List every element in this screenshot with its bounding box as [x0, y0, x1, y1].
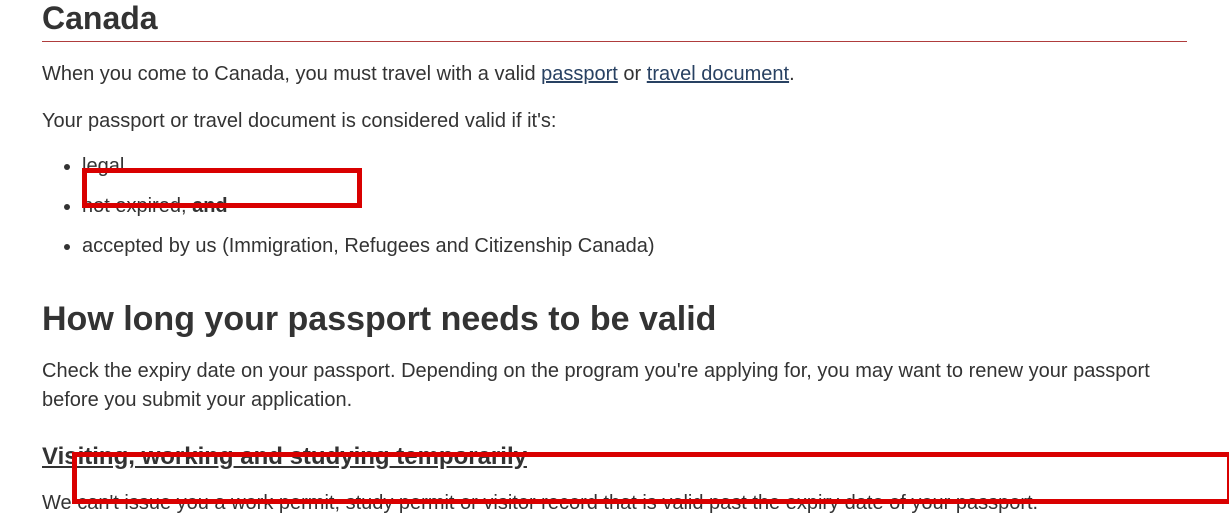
intro-text-suffix: .: [789, 63, 795, 85]
intro-text-mid: or: [618, 63, 647, 85]
list-item: not expired, and: [82, 190, 1187, 222]
permit-paragraph: We can't issue you a work permit, study …: [42, 489, 1187, 518]
validity-paragraph: Check the expiry date on your passport. …: [42, 357, 1187, 415]
passport-link[interactable]: passport: [541, 63, 618, 85]
validity-heading: How long your passport needs to be valid: [42, 300, 1187, 339]
intro-text-prefix: When you come to Canada, you must travel…: [42, 63, 541, 85]
list-item-text: not expired,: [82, 195, 192, 217]
list-item: legal: [82, 150, 1187, 182]
list-item: accepted by us (Immigration, Refugees an…: [82, 230, 1187, 262]
temporary-subheading: Visiting, working and studying temporari…: [42, 443, 1187, 471]
valid-intro-paragraph: Your passport or travel document is cons…: [42, 107, 1187, 136]
validity-list: legal not expired, and accepted by us (I…: [82, 150, 1187, 262]
intro-paragraph: When you come to Canada, you must travel…: [42, 60, 1187, 89]
list-item-bold: and: [192, 195, 228, 217]
travel-document-link[interactable]: travel document: [647, 63, 789, 85]
page-title: Canada: [42, 0, 1187, 42]
